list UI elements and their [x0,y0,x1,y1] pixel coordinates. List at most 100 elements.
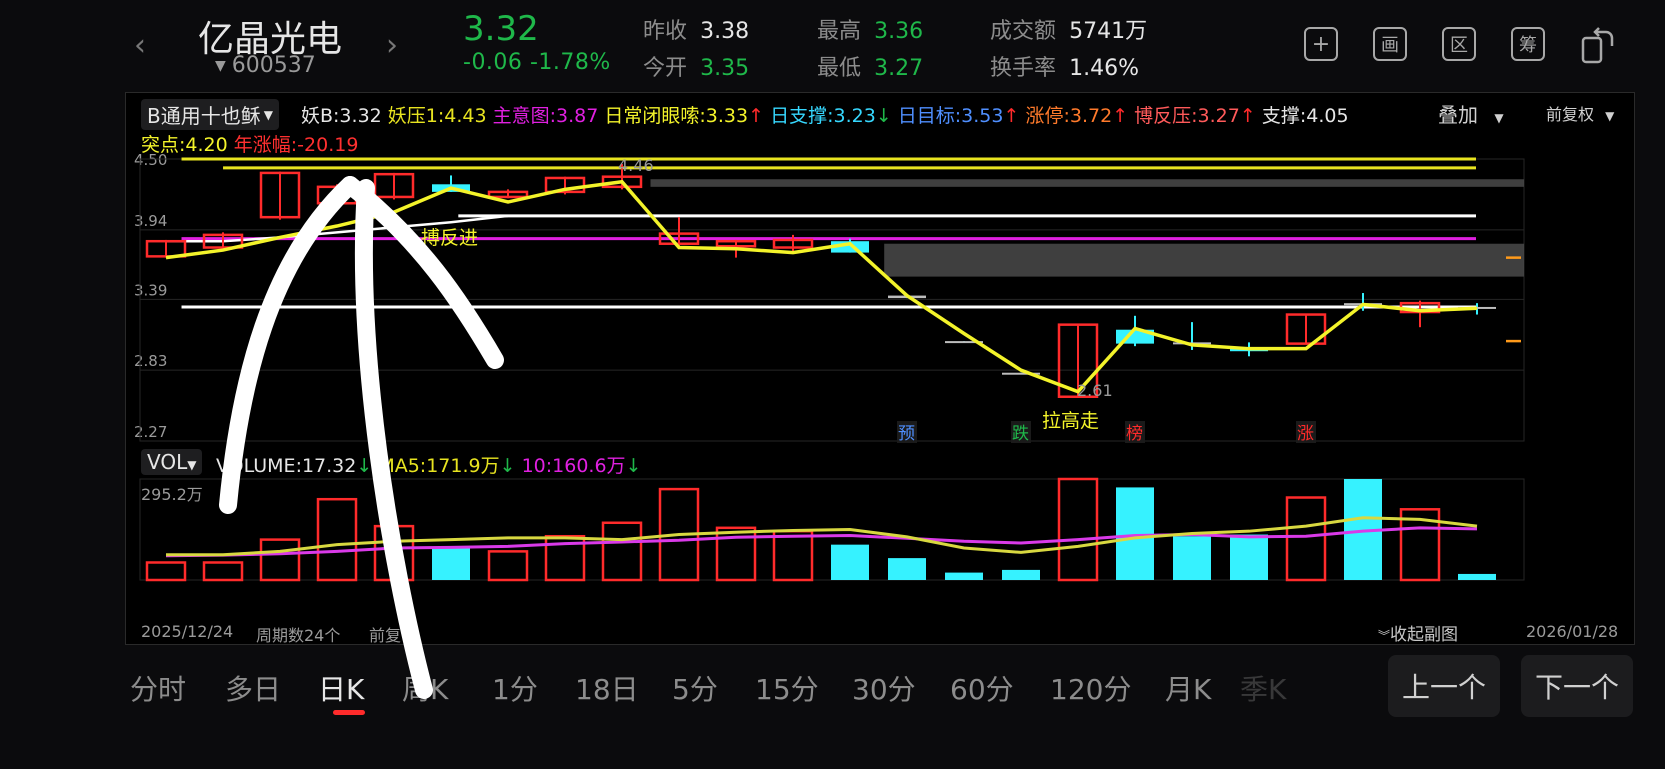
volume-bar [831,544,869,580]
volume-bar [601,521,643,582]
next-item-button[interactable]: 下一个 [1521,655,1633,717]
plot-frame [139,158,1525,442]
signal-zhang: 涨 [1297,424,1314,444]
vol-selector-label: VOL [147,450,188,474]
period-count: 周期数24个 [256,626,341,645]
period-tabs: 分时 多日 日K 周K 1分 18日 5分 15分 30分 60分 120分 月K 季K [130,668,1380,718]
tab-4[interactable]: 1分 [492,668,538,708]
tab-2[interactable]: 日K [318,668,364,708]
y-tick-label: 2.27 [134,423,167,441]
turnover-amount-label: 成交额 [990,19,1057,44]
prev-close: 昨收 3.38 [643,13,749,45]
volume-bar [1458,573,1496,580]
tab-5[interactable]: 18日 [575,668,639,708]
kline-chart-panel[interactable]: B通用十也稣 ▼ 妖B:3.32 妖压1:4.43 主意图:3.87 日常闭眼嗦… [125,92,1635,645]
volume-bar [316,497,358,582]
prev-stock-arrow[interactable]: ‹ [134,28,146,63]
turnover-rate-label: 换手率 [990,56,1057,81]
tab-6[interactable]: 5分 [672,668,718,708]
arrow-down-icon: ↓ [356,455,373,477]
shade-zone [650,179,1524,187]
volume-bar [202,561,244,582]
tab-0[interactable]: 分时 [130,668,186,708]
prev-item-button[interactable]: 上一个 [1388,655,1500,717]
high-value: 3.36 [874,19,924,44]
vol-ma5: MA5:171.9万 [378,455,500,477]
arrow-down-icon: ↓ [625,455,642,477]
signal-bang: 榜 [1126,424,1143,444]
vol-value: VOLUME:17.32 [216,455,357,477]
end-date: 2026/01/28 [1526,622,1619,641]
vol-axis-max: 295.2万 [141,485,203,504]
price-chart[interactable]: 4.50 3.94 3.39 2.83 2.27 搏反进 4.46 2.61 拉高走预 跌 榜 涨 [126,93,1634,644]
shade-zone [884,243,1524,277]
tab-1[interactable]: 多日 [225,668,281,708]
rotate-screen-icon[interactable] [1580,26,1616,64]
volume-bar [888,558,926,580]
y-tick-label: 4.50 [134,151,167,169]
tab-3[interactable]: 周K [402,668,448,708]
draw-tool-icon[interactable]: 画 [1373,27,1407,61]
annotation-peak: 4.46 [618,156,654,175]
y-tick-label: 3.39 [134,281,167,299]
vol-ma10: 10:160.6万 [521,455,626,477]
y-tick-label: 3.94 [134,212,167,230]
annotation-bo-fan-jin: 搏反进 [421,227,478,249]
high: 最高 3.36 [817,13,923,45]
signal-yu: 预 [898,424,915,444]
volume-bar [432,548,470,580]
change-value: -0.06 [463,50,523,75]
volume-bar [1230,534,1268,580]
low: 最低 3.27 [817,50,923,82]
prev-close-label: 昨收 [643,19,688,44]
chip-distribution-icon[interactable]: 筹 [1511,27,1545,61]
arrow-down-icon: ↓ [499,455,516,477]
double-chevron-down-icon: ︾ [1378,629,1391,643]
tab-8[interactable]: 30分 [852,668,916,708]
chevron-down-icon: ▼ [187,458,197,472]
turnover-rate-value: 1.46% [1069,56,1139,81]
start-date: 2025/12/24 [141,622,234,641]
volume-indicators: VOLUME:17.32↓ MA5:171.9万↓ 10:160.6万↓ [216,451,641,478]
turnover-amount: 成交额 5741万 [990,13,1147,45]
next-stock-arrow[interactable]: › [386,28,398,63]
volume-bar [487,550,529,582]
annotation-la-gao-zou: 拉高走 [1042,410,1099,432]
prev-close-value: 3.38 [700,19,750,44]
high-label: 最高 [817,19,862,44]
vol-selector[interactable]: VOL▼ [141,449,203,475]
annotation-trough: 2.61 [1077,381,1113,400]
chevron-down-icon: ▼ [215,57,226,74]
collapse-label: 收起副图 [1390,625,1459,645]
open: 今开 3.35 [643,50,749,82]
active-tab-indicator [333,710,365,715]
volume-bar [145,561,187,582]
tab-12[interactable]: 季K [1240,668,1286,708]
price-line [165,179,1478,394]
current-price: 3.32 [463,9,539,49]
stock-code: 600537 [231,53,316,78]
volume-bar [1173,536,1211,580]
volume-bar [945,572,983,580]
open-label: 今开 [643,56,688,81]
tab-9[interactable]: 60分 [950,668,1014,708]
open-value: 3.35 [700,56,750,81]
range-stats-icon[interactable]: 区 [1442,27,1476,61]
price-change: -0.06 -1.78% [463,50,611,75]
signal-die: 跌 [1012,424,1029,444]
stock-code-dropdown[interactable]: ▼ 600537 [215,53,316,78]
volume-bar [1057,477,1099,582]
tab-11[interactable]: 月K [1165,668,1211,708]
volume-bar [373,524,415,582]
change-percent: -1.78% [529,50,611,75]
turnover-amount-value: 5741万 [1069,19,1148,44]
tab-10[interactable]: 120分 [1050,668,1131,708]
volume-bar [1285,496,1327,582]
collapse-subchart-button[interactable]: ︾收起副图 [1378,620,1458,645]
volume-bar [772,529,814,582]
low-value: 3.27 [874,56,924,81]
adjust-short: 前复 [369,626,402,645]
volume-bar [1116,487,1154,580]
tab-7[interactable]: 15分 [755,668,819,708]
add-watchlist-icon[interactable]: + [1304,27,1338,61]
